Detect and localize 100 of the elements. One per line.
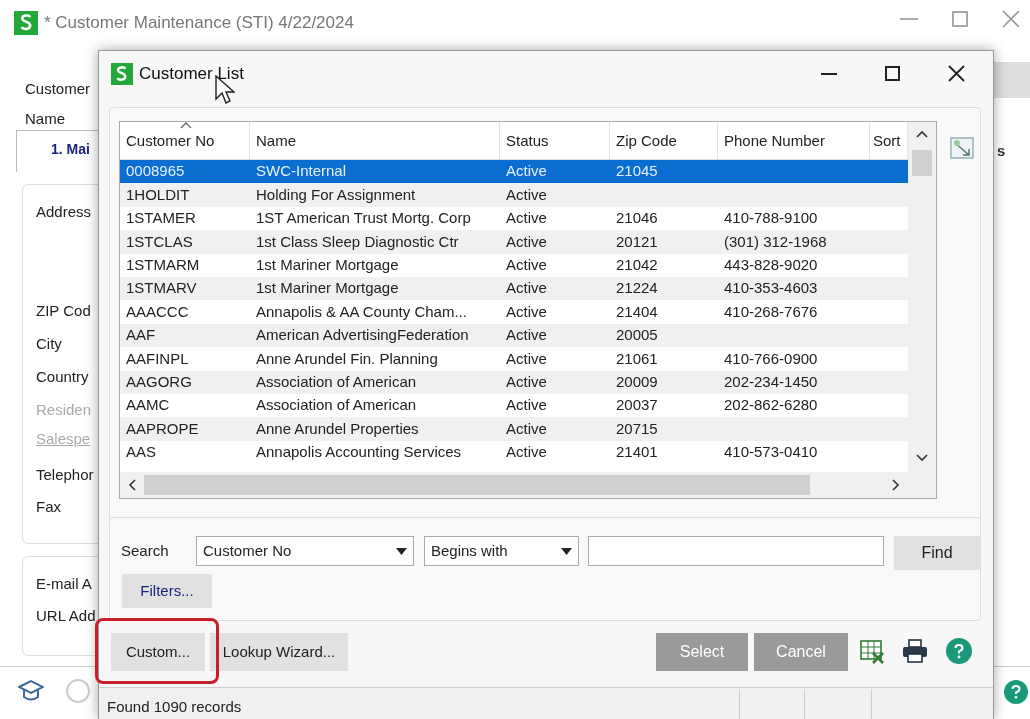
form-tab[interactable]: s	[997, 140, 1006, 163]
dropdown-button[interactable]	[992, 62, 1030, 98]
app-logo-icon	[14, 10, 38, 35]
table-cell-text: 1ST American Trust Mortg. Corp	[255, 208, 472, 229]
lookup-wizard-button[interactable]: Lookup Wizard...	[210, 633, 348, 671]
table-cell-text: AAF	[125, 325, 157, 346]
table-cell-text: 410-353-4603	[723, 278, 819, 299]
table-cell-text: 443-828-9020	[723, 255, 819, 275]
field-label: Salespe	[36, 429, 91, 449]
table-cell-text: AAACCC	[125, 301, 190, 322]
table-cell-text: 20005	[615, 325, 659, 346]
search-label: Search	[121, 541, 169, 561]
search-input[interactable]	[588, 536, 884, 566]
table-cell-text: AAMC	[125, 395, 171, 416]
table-cell-text: Annapolis Accounting Services	[255, 442, 463, 463]
table-row[interactable]: 1STCLAS 1st Class Sleep Diagnostic Ctr Active 20121 (301) 312-1968	[120, 230, 908, 254]
table-cell-text: 1st Mariner Mortgage	[255, 278, 400, 299]
status-text: Found 1090 records	[107, 697, 242, 717]
horizontal-scrollbar[interactable]	[120, 472, 936, 498]
field-label: City	[36, 334, 62, 354]
table-cell-text: 410-766-0900	[723, 348, 819, 369]
caret-icon	[561, 547, 572, 555]
scroll-up-icon[interactable]	[916, 130, 928, 138]
field-label: URL Add	[36, 606, 96, 626]
dropdown-field[interactable]: Customer No	[196, 536, 414, 566]
field-label: Name	[25, 109, 65, 129]
table-row[interactable]: AAPROPE Anne Arundel Properties Active 20715	[120, 417, 908, 441]
filters-button[interactable]: Filters...	[122, 574, 212, 608]
table-cell-text: (301) 312-1968	[723, 231, 828, 252]
scroll-thumb[interactable]	[912, 150, 932, 176]
table-cell-text: AAFINPL	[125, 348, 190, 369]
dropdown-field[interactable]: Begins with	[424, 536, 579, 566]
close-icon[interactable]	[948, 65, 965, 82]
custom-button[interactable]: Custom...	[111, 633, 205, 671]
app-logo-icon	[111, 62, 133, 85]
window-title: * Customer Maintenance (STI) 4/22/2024	[44, 12, 354, 34]
table-cell-text: Active	[505, 418, 548, 439]
graduation-cap-icon[interactable]	[18, 679, 44, 703]
table-cell-text: 1STAMER	[125, 208, 197, 229]
table-cell-text: 1STCLAS	[125, 231, 194, 252]
column-header[interactable]: Zip Code	[610, 122, 718, 159]
table-cell-text: Active	[505, 161, 548, 182]
scroll-thumb[interactable]	[144, 475, 810, 495]
table-cell-text: Active	[505, 371, 548, 392]
scroll-down-icon[interactable]	[916, 454, 928, 462]
scroll-left-icon[interactable]	[128, 479, 136, 491]
maximize-icon[interactable]	[885, 66, 900, 81]
table-cell-text: 1st Mariner Mortgage	[255, 255, 400, 275]
table-cell-text: Active	[505, 231, 548, 252]
table-cell-text: Annapolis & AA County Cham...	[255, 301, 468, 322]
table-cell-text: Association of American	[255, 395, 418, 416]
vertical-scrollbar[interactable]	[908, 122, 936, 474]
table-cell-text: 1st Class Sleep Diagnostic Ctr	[255, 231, 460, 252]
table-cell-text: 1STMARM	[125, 255, 201, 275]
table-cell-text: Active	[505, 208, 548, 229]
table-row[interactable]: 0008965 SWC-Internal Active 21045	[120, 160, 908, 184]
spreadsheet-icon[interactable]	[859, 638, 885, 664]
table-cell-text: 21224	[615, 278, 659, 299]
help-icon[interactable]	[946, 638, 972, 664]
column-header[interactable]: Name	[250, 122, 500, 159]
table-cell-text: 1STMARV	[125, 278, 198, 299]
column-header[interactable]: Status	[500, 122, 610, 159]
printer-icon[interactable]	[902, 639, 928, 663]
scroll-right-icon[interactable]	[892, 479, 900, 491]
table-cell-text: American AdvertisingFederation	[255, 325, 470, 346]
table-row[interactable]: AAF American AdvertisingFederation Active 20005	[120, 323, 908, 348]
table-cell-text: Active	[505, 348, 548, 369]
table-cell-text: Active	[505, 442, 548, 463]
table-cell-text: 21061	[615, 348, 659, 369]
table-cell-text: Anne Arundel Fin. Planning	[255, 348, 439, 369]
table-cell-text: Active	[505, 255, 548, 275]
table-cell-text: 1HOLDIT	[125, 184, 191, 205]
table-cell-text: Active	[505, 184, 548, 205]
table-cell-text: AAPROPE	[125, 418, 200, 439]
help-icon[interactable]	[1004, 680, 1028, 704]
table-cell-text: 21401	[615, 442, 659, 463]
caret-icon	[396, 547, 407, 555]
table-cell-text: 410-573-0410	[723, 442, 819, 463]
field-label: Residen	[36, 400, 92, 420]
table-row[interactable]: AAGORG Association of American Active 20009 202-234-1450	[120, 370, 908, 394]
field-label: Address	[36, 202, 92, 222]
field-label: Country	[36, 367, 89, 387]
minimize-icon[interactable]	[821, 72, 837, 75]
table-cell-text: Anne Arundel Properties	[255, 418, 420, 439]
table-row[interactable]: 1STMARV 1st Mariner Mortgage Active 21224 410-353-4603	[120, 276, 908, 301]
table-cell-text: 21045	[615, 161, 659, 182]
table-cell-text: 410-788-9100	[723, 208, 819, 229]
column-settings-icon[interactable]	[949, 135, 975, 161]
table-cell-text: 20009	[615, 371, 659, 392]
find-button[interactable]: Find	[894, 536, 980, 570]
table-row[interactable]: 1HOLDIT Holding For Assignment Active	[120, 183, 908, 207]
table-cell-text: SWC-Internal	[255, 161, 348, 182]
table-cell-text: 21042	[615, 255, 659, 275]
column-header[interactable]: Customer No	[120, 122, 250, 159]
column-header[interactable]: Phone Number	[718, 122, 870, 159]
table-cell-text: Active	[505, 301, 548, 322]
table-cell-text: Holding For Assignment	[255, 184, 417, 205]
table-cell-text: Association of American	[255, 371, 418, 392]
table-cell-text: 21046	[615, 208, 659, 229]
field-label: Telephor	[36, 465, 94, 485]
